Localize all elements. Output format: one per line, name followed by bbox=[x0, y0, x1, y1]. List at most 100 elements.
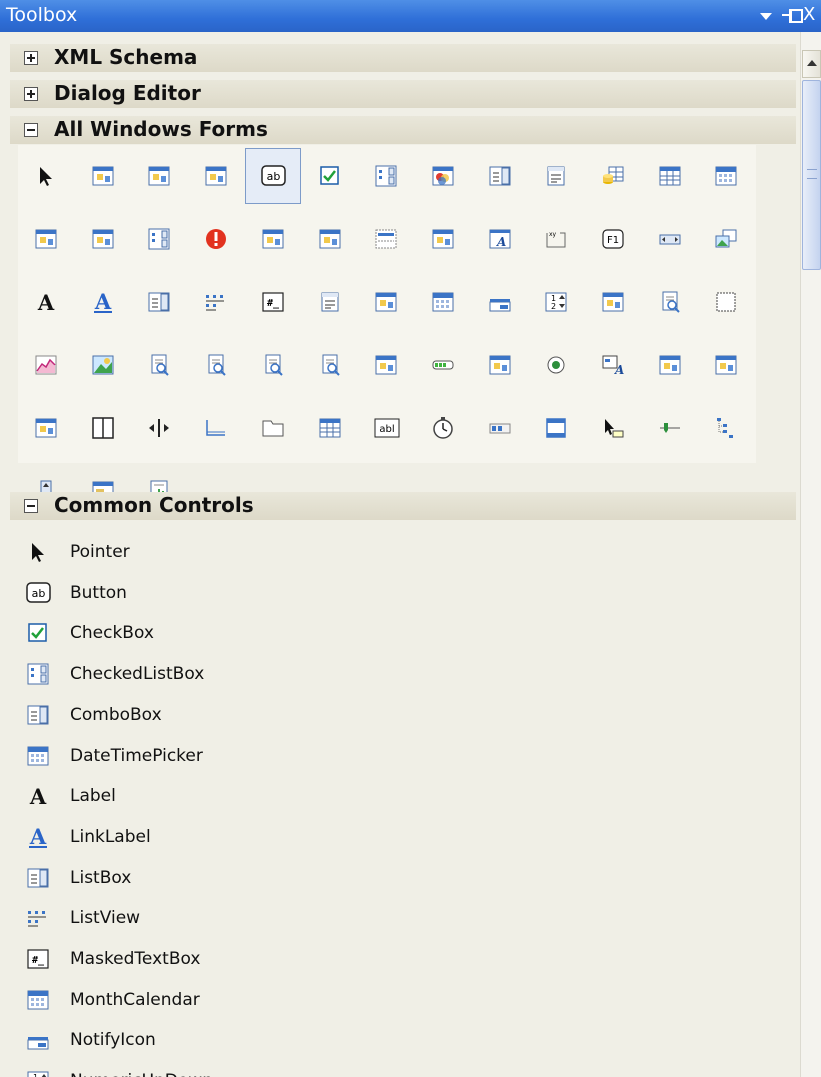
list-item-button[interactable]: ab Button bbox=[24, 573, 764, 613]
toolbox-item-numeric-updown[interactable]: 12 bbox=[528, 274, 584, 330]
section-common-controls[interactable]: Common Controls bbox=[10, 492, 796, 520]
toolbox-item-splitter[interactable] bbox=[131, 400, 187, 456]
toolbox-item-color-dialog[interactable] bbox=[415, 148, 471, 204]
section-xml-schema[interactable]: XML Schema bbox=[10, 44, 796, 72]
window-position-dropdown-icon[interactable] bbox=[758, 4, 774, 26]
toolbox-item-print-document[interactable] bbox=[188, 337, 244, 393]
expand-icon[interactable] bbox=[24, 51, 38, 65]
list-item-combobox[interactable]: ComboBox bbox=[24, 695, 764, 735]
toolbox-item-toolstrip[interactable] bbox=[472, 400, 528, 456]
vertical-scrollbar[interactable] bbox=[800, 32, 821, 1077]
toolbox-item-context-menu-strip[interactable] bbox=[528, 148, 584, 204]
toolbox-item-splitcontainer[interactable] bbox=[75, 400, 131, 456]
toolbox-item-folder-browser-dialog[interactable] bbox=[415, 211, 471, 267]
collapse-icon[interactable] bbox=[24, 123, 38, 137]
toolbox-item-masked-textbox[interactable]: #_ bbox=[245, 274, 301, 330]
toolbox-item-timer[interactable] bbox=[415, 400, 471, 456]
toolbox-item-error-provider[interactable] bbox=[188, 211, 244, 267]
toolbox-item-propertygrid[interactable] bbox=[472, 337, 528, 393]
toolbox-item-panel[interactable] bbox=[698, 274, 754, 330]
toolbox-item-treeview[interactable] bbox=[698, 400, 754, 456]
toolbox-item-groupbox[interactable]: xy bbox=[528, 211, 584, 267]
tabcontrol-icon bbox=[261, 416, 285, 440]
list-item-numericupdown[interactable]: 12 NumericUpDown bbox=[24, 1061, 764, 1077]
auto-hide-pin-icon[interactable] bbox=[780, 4, 803, 26]
list-item-label[interactable]: A Label bbox=[24, 776, 764, 816]
toolbox-item-background-worker[interactable] bbox=[75, 148, 131, 204]
toolbox-item-dataset[interactable] bbox=[585, 148, 641, 204]
toolbox-item-print-dialog[interactable] bbox=[131, 337, 187, 393]
toolbox-item-data-grid-view[interactable] bbox=[642, 148, 698, 204]
toolbox-item-checkbox[interactable] bbox=[302, 148, 358, 204]
toolbox-item-monthcalendar[interactable] bbox=[415, 274, 471, 330]
toolbox-item-directory-searcher[interactable] bbox=[75, 211, 131, 267]
toolbox-item-performance-counter[interactable] bbox=[18, 337, 74, 393]
expand-icon[interactable] bbox=[24, 87, 38, 101]
toolbox-item-listview[interactable] bbox=[188, 274, 244, 330]
toolbox-item-linklabel[interactable]: A bbox=[75, 274, 131, 330]
section-dialog-editor[interactable]: Dialog Editor bbox=[10, 80, 796, 108]
close-icon[interactable]: X bbox=[803, 4, 815, 26]
toolbox-item-hscrollbar[interactable] bbox=[642, 211, 698, 267]
file-system-watcher-icon bbox=[318, 227, 342, 251]
list-item-pointer[interactable]: Pointer bbox=[24, 532, 764, 572]
toolbox-item-listbox[interactable] bbox=[131, 274, 187, 330]
table-layout-panel-icon bbox=[318, 416, 342, 440]
listbox-icon bbox=[26, 866, 50, 890]
toolbox-item-binding-source[interactable] bbox=[188, 148, 244, 204]
toolbox-item-label[interactable]: A bbox=[18, 274, 74, 330]
toolbox-item-radiobutton[interactable] bbox=[528, 337, 584, 393]
toolbox-item-toolstrip-container[interactable] bbox=[528, 400, 584, 456]
toolbox-item-checked-list-box[interactable] bbox=[358, 148, 414, 204]
toolbox-item-tooltip[interactable] bbox=[585, 400, 641, 456]
toolbox-item-event-log[interactable] bbox=[245, 211, 301, 267]
toolbox-item-savefiledialog[interactable] bbox=[642, 337, 698, 393]
list-item-label: LinkLabel bbox=[70, 826, 151, 847]
toolbox-item-richtextbox[interactable]: A bbox=[585, 337, 641, 393]
list-item-checkedlistbox[interactable]: CheckedListBox bbox=[24, 654, 764, 694]
toolbox-item-combobox[interactable] bbox=[472, 148, 528, 204]
toolbox-item-openfiledialog[interactable] bbox=[585, 274, 641, 330]
scroll-thumb[interactable] bbox=[802, 80, 821, 270]
list-item-listbox[interactable]: ListBox bbox=[24, 858, 764, 898]
list-item-checkbox[interactable]: CheckBox bbox=[24, 613, 764, 653]
list-item-notifyicon[interactable]: NotifyIcon bbox=[24, 1020, 764, 1060]
list-item-monthcalendar[interactable]: MonthCalendar bbox=[24, 980, 764, 1020]
toolbox-item-font-dialog[interactable]: A bbox=[472, 211, 528, 267]
toolbox-item-imagelist[interactable] bbox=[698, 211, 754, 267]
scroll-up-arrow-icon[interactable] bbox=[802, 50, 821, 78]
toolbox-item-pointer[interactable] bbox=[18, 148, 74, 204]
collapse-icon[interactable] bbox=[24, 499, 38, 513]
toolbox-item-serialport[interactable] bbox=[698, 337, 754, 393]
list-item-listview[interactable]: ListView bbox=[24, 898, 764, 938]
toolbox-item-flow-layout-panel[interactable] bbox=[358, 211, 414, 267]
toolbox-item-button[interactable]: ab bbox=[245, 148, 301, 204]
toolbox-item-textbox[interactable]: abl bbox=[358, 400, 414, 456]
toolbox-item-progressbar[interactable] bbox=[415, 337, 471, 393]
toolbox-item-help-provider[interactable]: F1 bbox=[585, 211, 641, 267]
toolbox-item-picturebox[interactable] bbox=[75, 337, 131, 393]
section-all-windows-forms[interactable]: All Windows Forms bbox=[10, 116, 796, 144]
toolbox-item-print-preview-dialog[interactable] bbox=[302, 337, 358, 393]
toolbox-item-tabcontrol[interactable] bbox=[245, 400, 301, 456]
toolbox-item-menustrip[interactable] bbox=[302, 274, 358, 330]
list-item-maskedtextbox[interactable]: #_ MaskedTextBox bbox=[24, 939, 764, 979]
label-icon: A bbox=[26, 784, 50, 809]
toolbox-item-statusstrip[interactable] bbox=[188, 400, 244, 456]
list-item-datetimepicker[interactable]: DateTimePicker bbox=[24, 736, 764, 776]
toolbox-item-domain-updown[interactable] bbox=[131, 211, 187, 267]
toolbox-item-print-preview-control[interactable] bbox=[245, 337, 301, 393]
toolbox-item-table-layout-panel[interactable] bbox=[302, 400, 358, 456]
toolbox-item-directory-entry[interactable] bbox=[18, 211, 74, 267]
toolbox-item-service-controller[interactable] bbox=[18, 400, 74, 456]
toolbox-item-message-queue[interactable] bbox=[358, 274, 414, 330]
binding-navigator-icon bbox=[147, 164, 171, 188]
toolbox-item-pagesetupdialog[interactable] bbox=[642, 274, 698, 330]
toolbox-item-datetimepicker[interactable] bbox=[698, 148, 754, 204]
toolbox-item-notifyicon[interactable] bbox=[472, 274, 528, 330]
list-item-linklabel[interactable]: A LinkLabel bbox=[24, 817, 764, 857]
toolbox-item-trackbar[interactable] bbox=[642, 400, 698, 456]
toolbox-item-process[interactable] bbox=[358, 337, 414, 393]
toolbox-item-binding-navigator[interactable] bbox=[131, 148, 187, 204]
toolbox-item-file-system-watcher[interactable] bbox=[302, 211, 358, 267]
